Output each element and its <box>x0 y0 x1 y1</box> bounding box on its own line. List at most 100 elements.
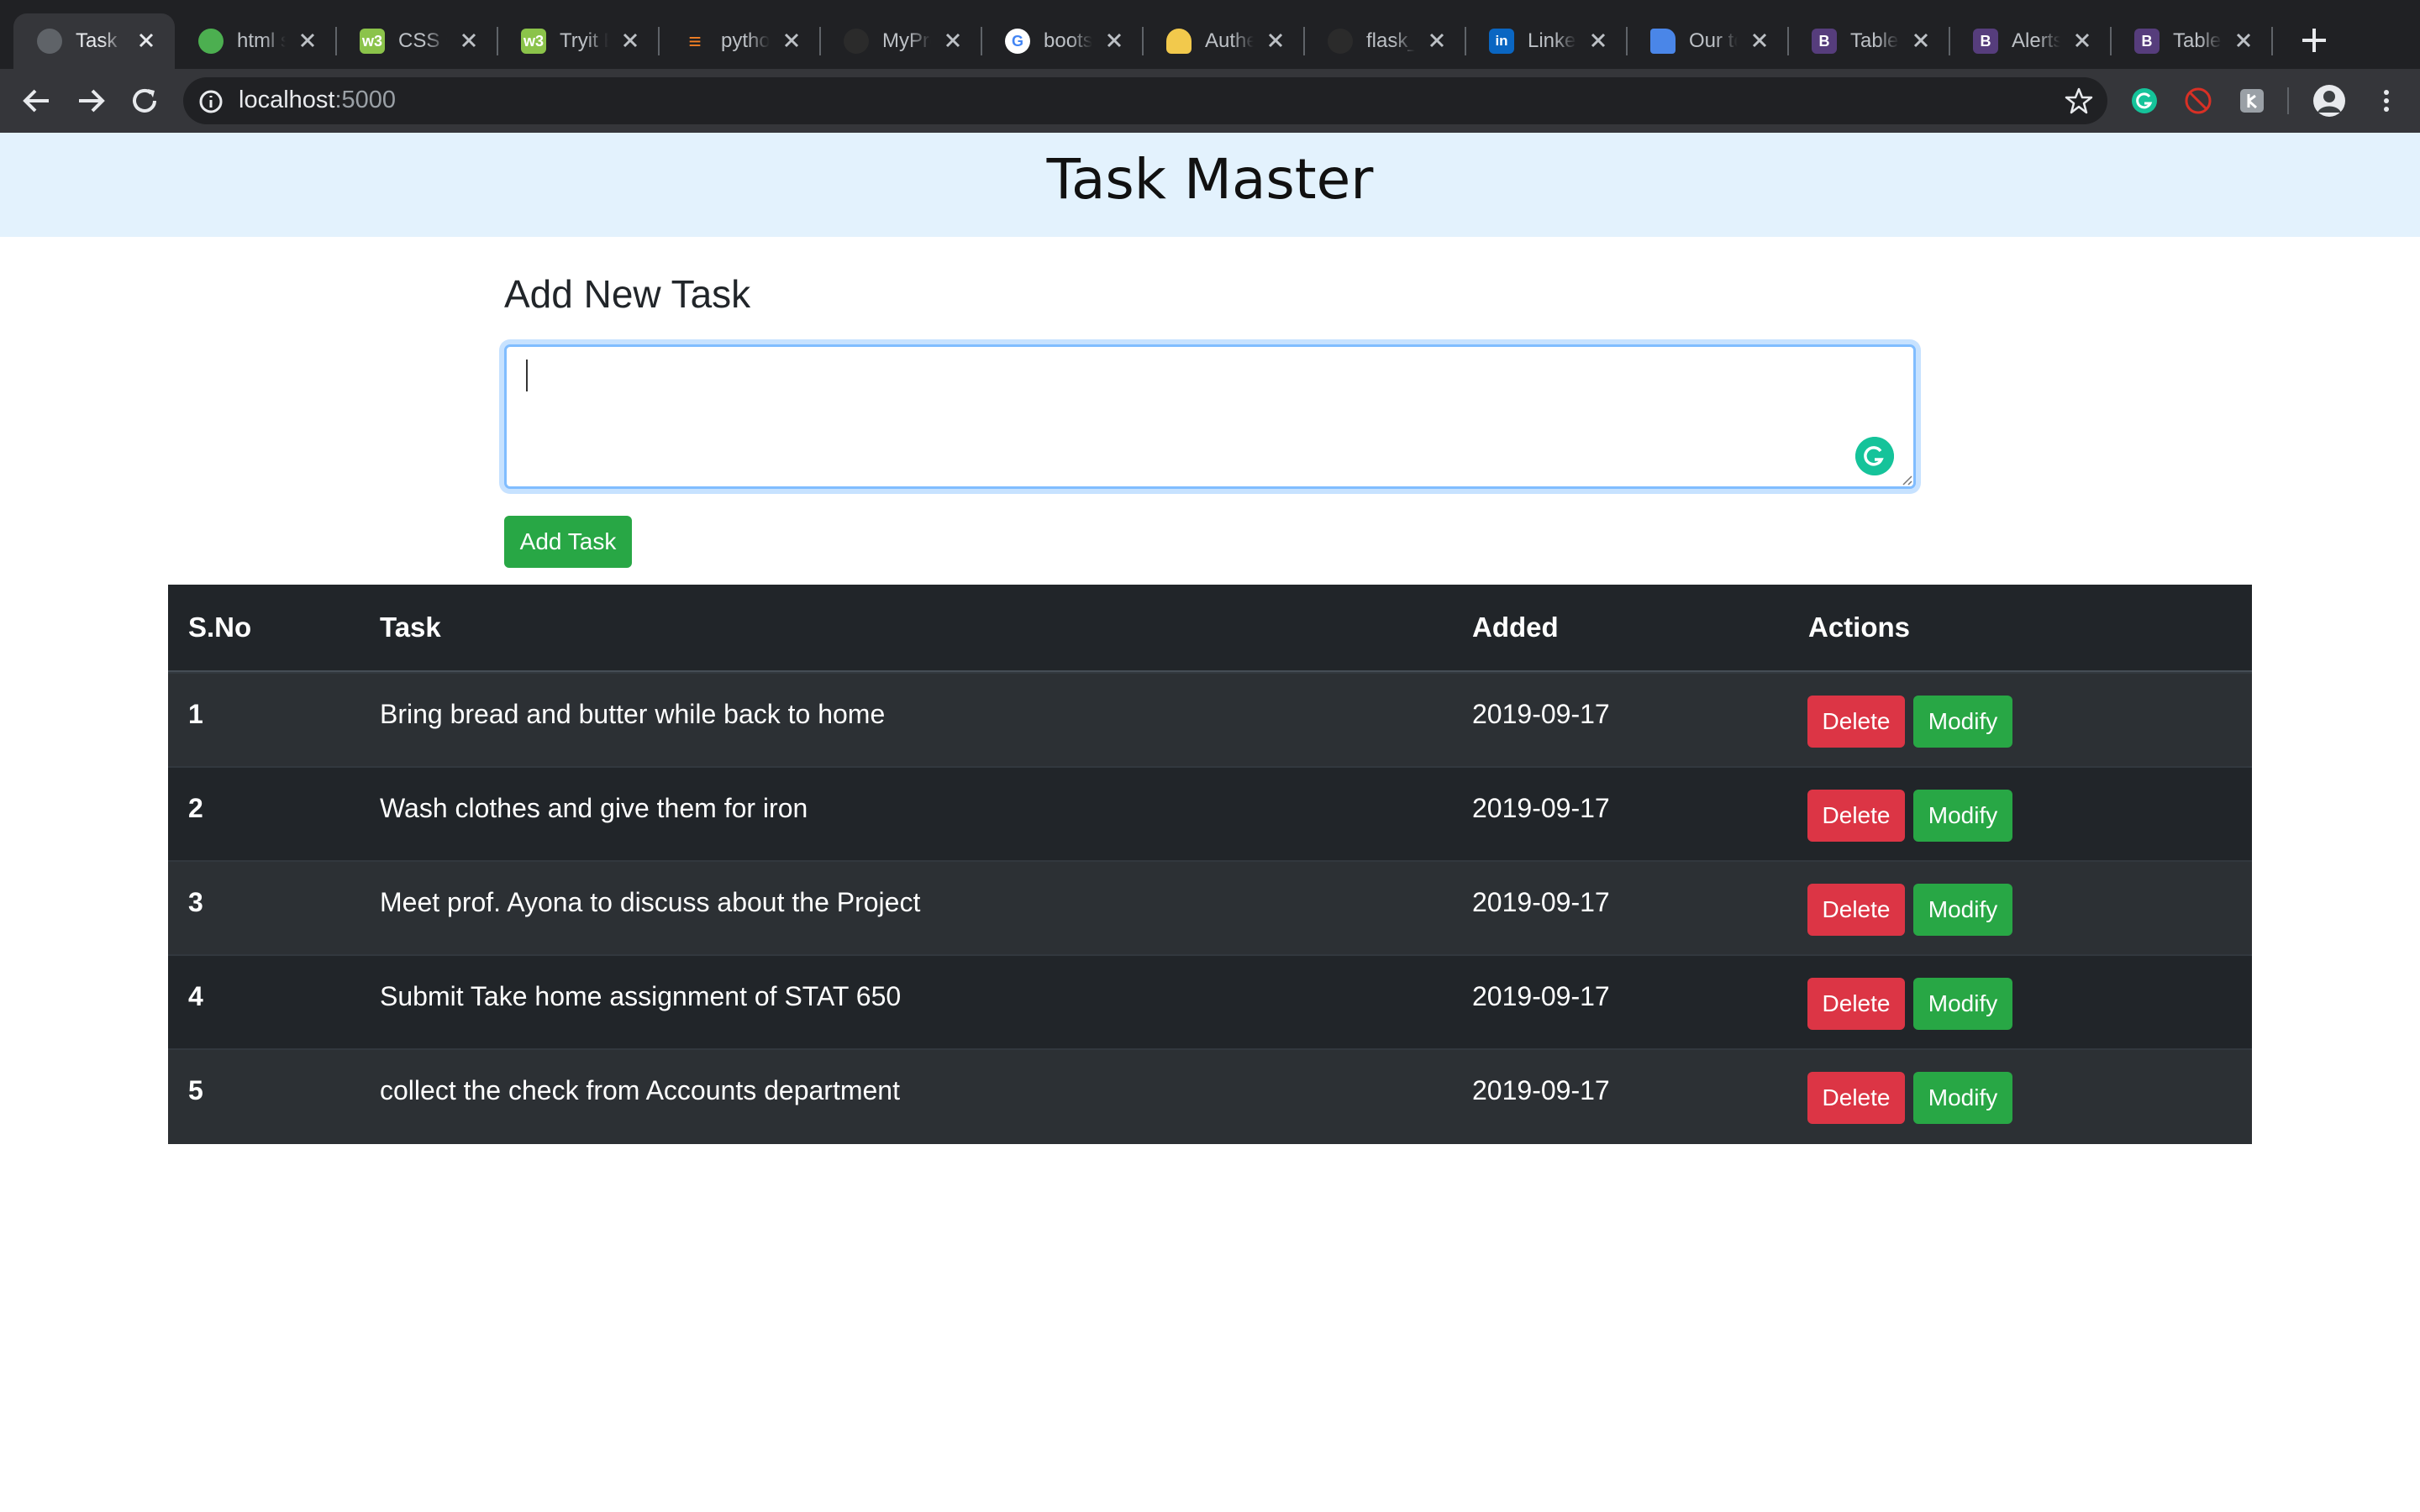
browser-tab[interactable]: G boots <box>981 13 1144 69</box>
added-date: 2019-09-17 <box>1472 699 1610 729</box>
task-input[interactable] <box>504 344 1916 489</box>
stackoverflow-icon: ≡ <box>688 28 702 54</box>
w3schools-icon: w3 <box>521 29 546 54</box>
close-tab-icon[interactable] <box>1425 29 1449 52</box>
bookmark-star-icon[interactable] <box>2064 86 2094 116</box>
close-tab-icon[interactable] <box>1102 29 1126 52</box>
tab-title: Alerts <box>2012 29 2060 52</box>
row-number: 1 <box>188 699 203 729</box>
task-text: collect the check from Accounts departme… <box>380 1075 900 1105</box>
tab-title: CSS C <box>398 29 447 52</box>
docs-icon <box>1650 29 1676 54</box>
delete-button[interactable]: Delete <box>1807 696 1905 748</box>
close-tab-icon[interactable] <box>1586 29 1610 52</box>
browser-tab[interactable]: w3 CSS C <box>336 13 498 69</box>
browser-tab[interactable]: B Table <box>1788 13 1950 69</box>
close-tab-icon[interactable] <box>134 29 158 52</box>
url-port: :5000 <box>334 87 397 113</box>
modify-button[interactable]: Modify <box>1913 696 2012 748</box>
extension-icon[interactable] <box>2237 86 2267 116</box>
tasks-table: S.No Task Added Actions 1 Bring bread an… <box>168 585 2252 1144</box>
row-number: 5 <box>188 1075 203 1105</box>
tab-title: Linke <box>1528 29 1576 52</box>
tab-title: pytho <box>721 29 770 52</box>
close-tab-icon[interactable] <box>296 29 319 52</box>
modify-button[interactable]: Modify <box>1913 1072 2012 1124</box>
browser-tab[interactable]: B Alerts <box>1949 13 2112 69</box>
toolbar-divider <box>2287 87 2289 114</box>
grammarly-extension-icon[interactable] <box>2129 86 2160 116</box>
reload-icon[interactable] <box>124 81 165 121</box>
browser-tab[interactable]: ≡ pytho <box>659 13 821 69</box>
blocked-extension-icon[interactable] <box>2183 86 2213 116</box>
browser-tab[interactable]: Authe <box>1143 13 1305 69</box>
task-text: Submit Take home assignment of STAT 650 <box>380 981 902 1011</box>
url-text[interactable]: localhost:5000 <box>239 85 396 115</box>
address-bar[interactable] <box>183 77 2107 124</box>
browser-tab[interactable]: w3 Tryit E <box>497 13 660 69</box>
browser-tab[interactable]: B Table <box>2111 13 2273 69</box>
forward-arrow-icon[interactable] <box>71 81 111 121</box>
close-tab-icon[interactable] <box>1909 29 1933 52</box>
add-task-button[interactable]: Add Task <box>504 516 632 568</box>
bootstrap-icon: B <box>1812 29 1837 54</box>
back-arrow-icon[interactable] <box>17 81 57 121</box>
row-number: 2 <box>188 793 203 823</box>
modify-button[interactable]: Modify <box>1913 884 2012 936</box>
github-icon <box>1328 29 1353 54</box>
w3schools-icon: w3 <box>360 29 385 54</box>
close-tab-icon[interactable] <box>2070 29 2094 52</box>
close-tab-icon[interactable] <box>1264 29 1287 52</box>
added-date: 2019-09-17 <box>1472 1075 1610 1105</box>
table-row: 1 Bring bread and butter while back to h… <box>168 672 2252 768</box>
resize-handle-icon[interactable] <box>1899 472 1912 486</box>
task-text: Bring bread and butter while back to hom… <box>380 699 886 729</box>
close-tab-icon[interactable] <box>780 29 803 52</box>
bootstrap-icon: B <box>1973 29 1998 54</box>
browser-tab[interactable]: MyPro <box>820 13 982 69</box>
table-row: 3 Meet prof. Ayona to discuss about the … <box>168 860 2252 956</box>
browser-tab[interactable]: html s <box>175 13 337 69</box>
form-heading: Add New Task <box>504 272 751 316</box>
table-row: 5 collect the check from Accounts depart… <box>168 1048 2252 1144</box>
github-icon <box>844 29 869 54</box>
close-tab-icon[interactable] <box>2232 29 2255 52</box>
grammarly-icon[interactable] <box>1855 437 1894 475</box>
delete-button[interactable]: Delete <box>1807 884 1905 936</box>
delete-button[interactable]: Delete <box>1807 978 1905 1030</box>
tab-divider <box>2271 27 2273 55</box>
kebab-menu-icon[interactable] <box>2371 86 2402 116</box>
column-header-actions: Actions <box>1808 612 1911 643</box>
tab-title: flask_ <box>1366 29 1415 52</box>
browser-tab[interactable]: Our to <box>1627 13 1789 69</box>
profile-avatar-icon[interactable] <box>2312 84 2346 118</box>
info-icon[interactable] <box>198 89 224 114</box>
new-tab-plus-icon[interactable] <box>2296 22 2333 59</box>
delete-button[interactable]: Delete <box>1807 790 1905 842</box>
close-tab-icon[interactable] <box>941 29 965 52</box>
browser-tab[interactable]: Task Master <box>13 13 175 69</box>
url-host: localhost <box>239 87 335 113</box>
tab-title: Tryit E <box>560 29 608 52</box>
table-row: 4 Submit Take home assignment of STAT 65… <box>168 954 2252 1050</box>
modify-button[interactable]: Modify <box>1913 790 2012 842</box>
globe-icon <box>37 29 62 54</box>
tab-title: Table <box>2173 29 2222 52</box>
browser-tab[interactable]: flask_ <box>1304 13 1466 69</box>
column-header-sno: S.No <box>188 612 252 643</box>
close-tab-icon[interactable] <box>457 29 481 52</box>
column-header-added: Added <box>1472 612 1559 643</box>
close-tab-icon[interactable] <box>618 29 642 52</box>
row-number: 3 <box>188 887 203 917</box>
close-tab-icon[interactable] <box>1748 29 1771 52</box>
person-icon <box>1166 29 1192 54</box>
delete-button[interactable]: Delete <box>1807 1072 1905 1124</box>
text-caret <box>526 360 528 391</box>
task-text: Meet prof. Ayona to discuss about the Pr… <box>380 887 921 917</box>
browser-tab[interactable]: in Linke <box>1465 13 1628 69</box>
browser-tab-bar: Task Master html s w3 CSS C w3 Tryit E ≡… <box>0 0 2420 77</box>
tab-title: Task Master <box>76 29 124 52</box>
modify-button[interactable]: Modify <box>1913 978 2012 1030</box>
linkedin-icon: in <box>1489 29 1514 54</box>
google-icon: G <box>1005 29 1030 54</box>
